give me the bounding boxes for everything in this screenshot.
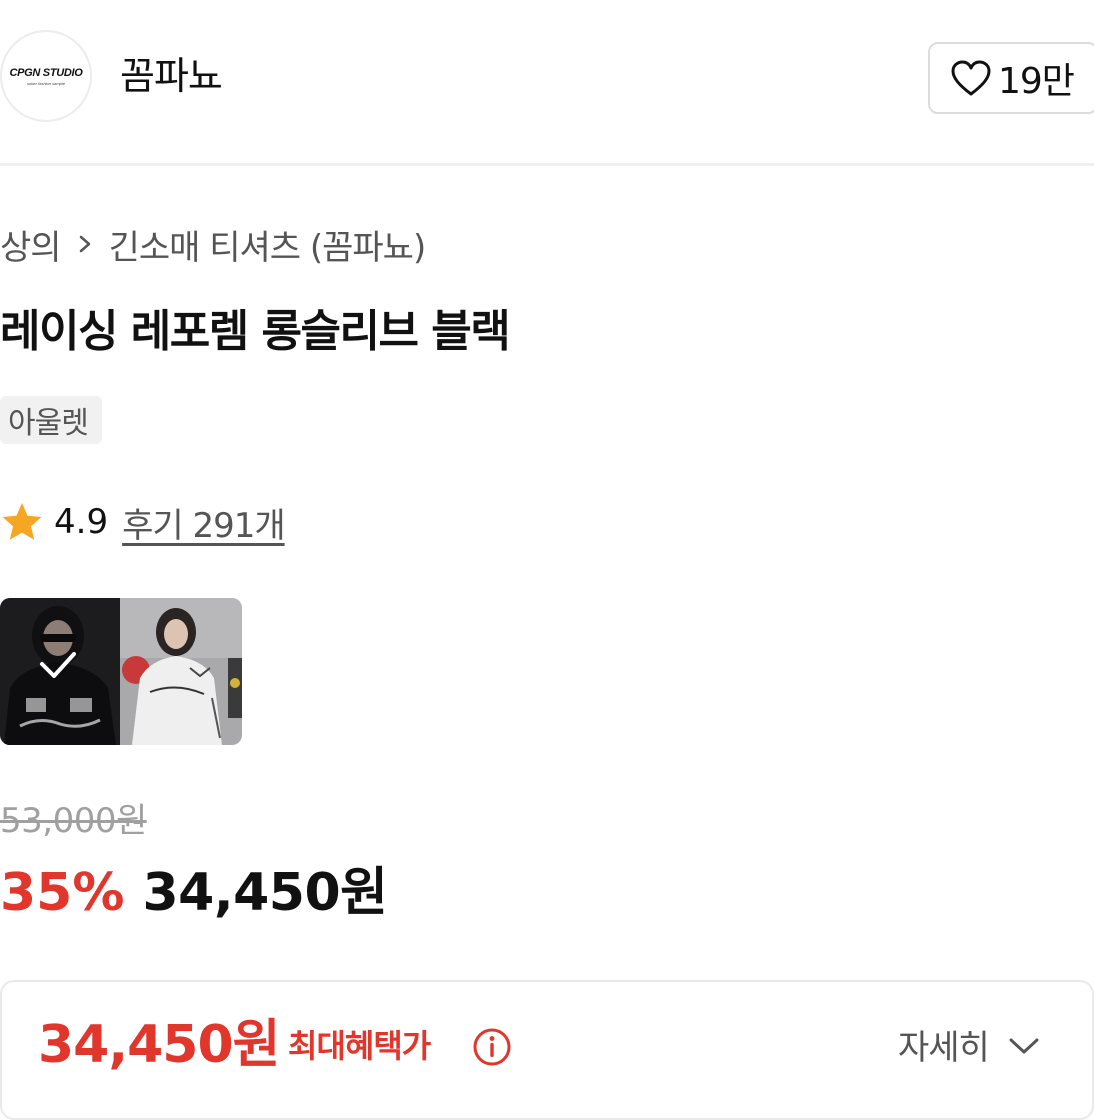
- chevron-right-icon: [79, 235, 90, 253]
- max-benefit-label: 최대혜택가: [288, 1027, 431, 1065]
- header-divider: [0, 163, 1094, 166]
- product-title: 레이싱 레포렘 롱슬리브 블랙: [0, 306, 511, 357]
- like-button[interactable]: 19만: [928, 42, 1094, 114]
- review-count-link[interactable]: 후기 291개: [122, 498, 286, 547]
- breadcrumb: 상의 긴소매 티셔츠 (꼼파뇨): [0, 220, 427, 269]
- info-icon[interactable]: [472, 1027, 512, 1067]
- color-option-thumbnail[interactable]: [0, 598, 242, 745]
- rating-row: 4.9 후기 291개: [0, 498, 286, 547]
- product-thumbnail-image: [0, 598, 242, 745]
- breadcrumb-category[interactable]: 상의: [0, 220, 62, 269]
- brand-name[interactable]: 꼼파뇨: [120, 52, 223, 100]
- rating-score: 4.9: [54, 502, 109, 542]
- discount-rate: 35%: [0, 863, 125, 923]
- sale-price: 34,450원: [142, 863, 388, 923]
- star-icon: [2, 503, 42, 540]
- brand-logo-subtext: sober fashion sample: [26, 80, 66, 86]
- original-price: 53,000원: [0, 801, 147, 841]
- detail-button[interactable]: 자세히: [898, 1020, 1041, 1069]
- brand-logo-text: CPGN STUDIO: [9, 66, 83, 79]
- chevron-down-icon: [1009, 1038, 1039, 1053]
- breadcrumb-subcategory[interactable]: 긴소매 티셔츠 (꼼파뇨): [109, 220, 427, 269]
- sale-price-row: 35% 34,450원: [0, 860, 388, 926]
- heart-icon: [951, 60, 991, 96]
- brand-logo[interactable]: CPGN STUDIO sober fashion sample: [0, 30, 92, 122]
- detail-label: 자세히: [898, 1028, 990, 1068]
- max-benefit-price: 34,450원: [38, 1015, 281, 1075]
- like-count: 19만: [998, 61, 1075, 102]
- outlet-tag: 아울렛: [0, 396, 102, 444]
